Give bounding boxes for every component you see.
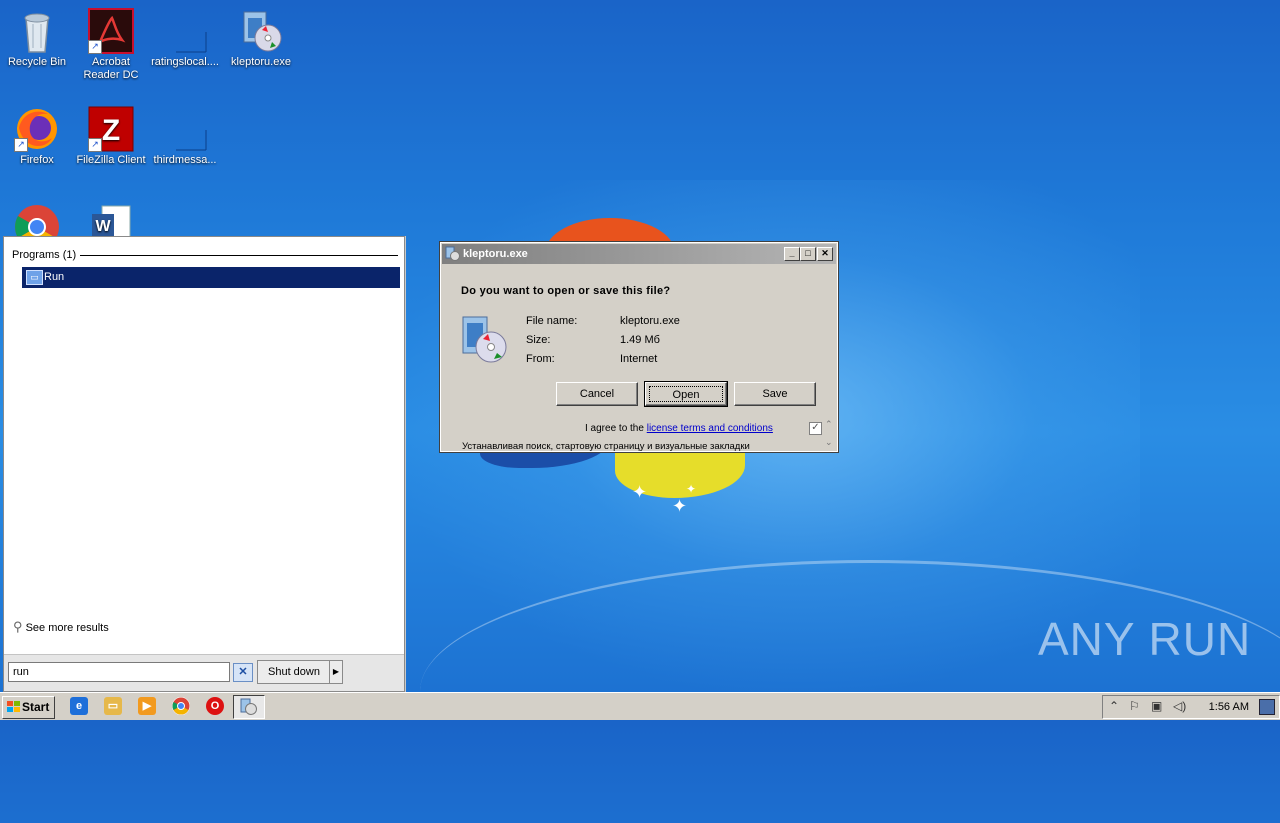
desktop-icon-label: thirdmessa... xyxy=(153,154,217,166)
cancel-button[interactable]: Cancel xyxy=(556,382,638,406)
network-icon[interactable]: ▣ xyxy=(1151,699,1162,713)
start-search-input[interactable] xyxy=(8,662,230,682)
file-name-label: File name: xyxy=(526,315,578,327)
desktop-icon-label: Acrobat Reader DC xyxy=(83,56,139,81)
action-center-flag-icon[interactable]: ⚐ xyxy=(1129,699,1140,713)
taskbar-item-kleptoru[interactable] xyxy=(233,695,265,719)
start-button[interactable]: Start xyxy=(2,696,55,719)
installer-icon xyxy=(240,698,257,715)
installer-icon xyxy=(445,246,460,261)
blank-file-icon xyxy=(162,8,208,54)
maximize-button[interactable]: □ xyxy=(800,247,816,261)
desktop-icon-ratingslocal[interactable]: ratingslocal.... xyxy=(148,8,222,69)
search-result-label: Run xyxy=(44,271,65,283)
acrobat-reader-icon: ↗ xyxy=(88,8,134,54)
svg-text:Z: Z xyxy=(102,114,120,147)
license-terms-link[interactable]: license terms and conditions xyxy=(647,423,773,434)
from-value: Internet xyxy=(620,353,658,365)
size-label: Size: xyxy=(526,334,551,346)
system-tray: ⌃ ⚐ ▣ ◁) 1:56 AM xyxy=(1102,695,1280,719)
filezilla-icon: Z ↗ xyxy=(88,106,134,152)
desktop-icon-label: Recycle Bin xyxy=(7,56,67,68)
start-menu: Programs (1) ▭ Run ⚲ See more results ✕ … xyxy=(3,236,405,692)
desktop-icon-recycle-bin[interactable]: Recycle Bin xyxy=(0,8,74,69)
taskbar: Start e ▭ ▶ O ⌃ ⚐ ▣ ◁) 1:56 AM xyxy=(0,692,1280,720)
shutdown-button[interactable]: Shut down xyxy=(257,660,331,684)
start-menu-footer: ✕ Shut down ▶ xyxy=(4,654,404,691)
svg-text:W: W xyxy=(95,218,111,235)
magnifier-icon: ⚲ xyxy=(13,619,23,634)
desktop-icon-label: FileZilla Client xyxy=(76,154,146,166)
volume-icon[interactable]: ◁) xyxy=(1173,699,1186,713)
start-label: Start xyxy=(22,700,50,714)
desktop-icon-filezilla[interactable]: Z ↗ FileZilla Client xyxy=(74,106,148,167)
show-hidden-icons-icon[interactable]: ⌃ xyxy=(1109,699,1119,713)
programs-section-header: Programs (1) xyxy=(12,249,77,261)
installer-icon xyxy=(238,8,284,54)
clock[interactable]: 1:56 AM xyxy=(1209,701,1249,713)
desktop-icon-acrobat-reader[interactable]: ↗ Acrobat Reader DC xyxy=(74,8,148,82)
sparkle-icon: ✦ xyxy=(686,482,697,496)
anyrun-watermark: ANY RUN xyxy=(1038,613,1252,665)
size-value: 1.49 Мб xyxy=(620,334,660,346)
blank-file-icon xyxy=(162,106,208,152)
section-divider xyxy=(80,255,398,256)
dialog-title: kleptoru.exe xyxy=(463,248,528,260)
internet-explorer-icon[interactable]: e xyxy=(70,697,88,715)
dialog-titlebar[interactable]: kleptoru.exe _ □ ✕ xyxy=(442,244,836,264)
desktop-icon-thirdmessa[interactable]: thirdmessa... xyxy=(148,106,222,167)
minimize-button[interactable]: _ xyxy=(784,247,800,261)
license-agreement: I agree to the license terms and conditi… xyxy=(585,423,773,434)
desktop-icon-label: Firefox xyxy=(20,154,54,166)
chrome-icon[interactable] xyxy=(172,697,190,715)
installer-icon xyxy=(461,313,511,365)
desktop-icon-label: kleptoru.exe xyxy=(231,56,291,68)
show-desktop-icon[interactable] xyxy=(1259,699,1275,715)
file-name-value: kleptoru.exe xyxy=(620,315,680,327)
file-download-dialog: kleptoru.exe _ □ ✕ Do you want to open o… xyxy=(439,241,839,453)
license-agree-checkbox[interactable]: ✓ xyxy=(809,422,822,435)
see-more-results-link[interactable]: ⚲ See more results xyxy=(13,619,109,635)
folder-icon[interactable]: ▭ xyxy=(104,697,122,715)
clear-search-icon[interactable]: ✕ xyxy=(233,663,253,682)
desktop-icon-label: ratingslocal.... xyxy=(151,56,219,68)
opera-icon[interactable]: O xyxy=(206,697,224,715)
close-button[interactable]: ✕ xyxy=(817,247,833,261)
desktop-icon-firefox[interactable]: ↗ Firefox xyxy=(0,106,74,167)
save-button[interactable]: Save xyxy=(734,382,816,406)
media-player-icon[interactable]: ▶ xyxy=(138,697,156,715)
search-result-run[interactable]: ▭ Run xyxy=(22,267,400,288)
recycle-bin-icon xyxy=(14,8,60,54)
see-more-label: See more results xyxy=(25,622,109,634)
run-icon: ▭ xyxy=(26,270,43,285)
dialog-question: Do you want to open or save this file? xyxy=(461,285,671,297)
scroll-down-icon[interactable]: ⌄ xyxy=(825,437,833,448)
open-button[interactable]: Open xyxy=(644,381,728,407)
sparkle-icon: ✦ xyxy=(672,496,688,516)
bundled-offer-text: Устанавливая поиск, стартовую страницу и… xyxy=(462,441,750,452)
shortcut-arrow-icon: ↗ xyxy=(88,138,102,152)
shortcut-arrow-icon: ↗ xyxy=(88,40,102,54)
open-button-label: Open xyxy=(649,386,723,402)
desktop-icon-kleptoru[interactable]: kleptoru.exe xyxy=(224,8,298,69)
shortcut-arrow-icon: ↗ xyxy=(14,138,28,152)
shutdown-options-arrow-icon[interactable]: ▶ xyxy=(329,660,343,684)
sparkle-icon: ✦ xyxy=(632,482,648,502)
scroll-up-icon[interactable]: ⌃ xyxy=(825,419,833,430)
agree-text: I agree to the xyxy=(585,423,644,434)
firefox-icon: ↗ xyxy=(14,106,60,152)
windows-flag-icon xyxy=(7,701,20,712)
from-label: From: xyxy=(526,353,555,365)
